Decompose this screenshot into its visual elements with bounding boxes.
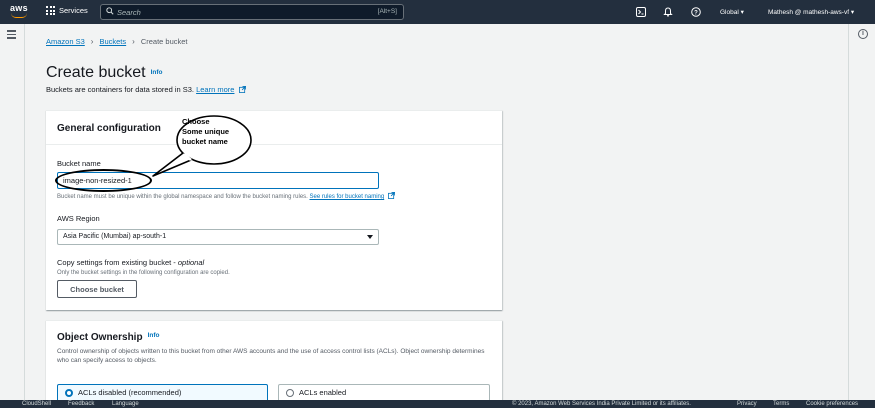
- region-selector[interactable]: Global ▾: [720, 8, 744, 16]
- acls-enabled-label: ACLs enabled: [299, 388, 347, 397]
- search-input[interactable]: [117, 6, 317, 18]
- footer: CloudShell Feedback Language © 2023, Ama…: [0, 400, 875, 408]
- ownership-info-link[interactable]: Info: [148, 332, 160, 339]
- annotation-line: bucket name: [182, 137, 228, 146]
- footer-cookies[interactable]: Cookie preferences: [806, 401, 858, 407]
- page-description-text: Buckets are containers for data stored i…: [46, 85, 194, 94]
- external-link-icon[interactable]: [387, 192, 395, 199]
- aws-region-value: Asia Pacific (Mumbai) ap-south-1: [63, 233, 167, 240]
- aws-region-label: AWS Region: [57, 214, 100, 223]
- brand-text: aws: [10, 3, 28, 13]
- object-ownership-description: Control ownership of objects written to …: [57, 348, 485, 364]
- right-divider: [848, 24, 849, 400]
- choose-bucket-button[interactable]: Choose bucket: [57, 280, 137, 298]
- aws-region-select[interactable]: Asia Pacific (Mumbai) ap-south-1: [57, 229, 379, 245]
- copy-settings-optional: optional: [177, 258, 205, 267]
- acls-disabled-label: ACLs disabled (recommended): [78, 388, 182, 397]
- breadcrumb-buckets[interactable]: Buckets: [99, 37, 126, 46]
- search-box[interactable]: [Alt+S]: [100, 4, 404, 20]
- services-label: Services: [59, 6, 88, 15]
- info-icon[interactable]: i: [858, 29, 868, 39]
- bucket-naming-rules-link[interactable]: See rules for bucket naming: [310, 194, 385, 200]
- page-description: Buckets are containers for data stored i…: [46, 85, 246, 94]
- grid-icon: [46, 6, 55, 15]
- radio-unselected-icon: [286, 389, 294, 397]
- page-title: Create bucket Info: [46, 64, 163, 82]
- radio-selected-icon: [65, 389, 73, 397]
- general-configuration-title: General configuration: [57, 123, 161, 134]
- annotation-line: Choose: [182, 117, 210, 126]
- footer-language[interactable]: Language: [112, 401, 139, 407]
- breadcrumb-current: Create bucket: [140, 37, 188, 46]
- search-shortcut: [Alt+S]: [377, 8, 397, 15]
- bell-icon[interactable]: [662, 6, 673, 17]
- breadcrumb: Amazon S3 › Buckets › Create bucket: [46, 37, 188, 46]
- object-ownership-panel: Object Ownership Info Control ownership o…: [46, 320, 502, 408]
- annotation-text: Choose Some unique bucket name: [182, 117, 252, 147]
- svg-text:?: ?: [694, 10, 698, 16]
- panel-divider: [46, 144, 502, 145]
- copy-settings-label-text: Copy settings from existing bucket -: [57, 258, 178, 267]
- account-menu[interactable]: Mathesh @ mathesh-aws-vf ▾: [768, 8, 854, 16]
- footer-terms[interactable]: Terms: [773, 401, 789, 407]
- annotation-line: Some unique: [182, 127, 230, 136]
- hamburger-icon[interactable]: [7, 30, 16, 39]
- external-link-icon[interactable]: [238, 86, 246, 93]
- chevron-right-icon: ›: [132, 37, 135, 46]
- footer-copyright: © 2023, Amazon Web Services India Privat…: [512, 401, 691, 407]
- footer-privacy[interactable]: Privacy: [737, 401, 757, 407]
- object-ownership-title: Object Ownership Info: [57, 332, 160, 343]
- bucket-name-label: Bucket name: [57, 159, 101, 168]
- caret-down-icon: [367, 235, 373, 239]
- aws-smile-icon: [11, 13, 27, 18]
- services-menu[interactable]: Services: [46, 6, 88, 15]
- footer-cloudshell[interactable]: CloudShell: [22, 401, 51, 407]
- copy-settings-hint: Only the bucket settings in the followin…: [57, 270, 230, 276]
- learn-more-link[interactable]: Learn more: [196, 85, 234, 94]
- object-ownership-title-text: Object Ownership: [57, 332, 143, 343]
- chevron-right-icon: ›: [90, 37, 94, 46]
- help-icon[interactable]: ?: [690, 6, 701, 17]
- page-info-link[interactable]: Info: [151, 69, 163, 76]
- annotation-highlight-oval: [55, 169, 152, 192]
- copy-settings-label: Copy settings from existing bucket - opt…: [57, 258, 204, 267]
- bucket-name-hint: Bucket name must be unique within the gl…: [57, 192, 395, 200]
- page-title-text: Create bucket: [46, 64, 146, 81]
- breadcrumb-amazon-s3[interactable]: Amazon S3: [46, 37, 85, 46]
- general-configuration-panel: General configuration Bucket name Bucket…: [46, 110, 502, 310]
- bucket-name-hint-text: Bucket name must be unique within the gl…: [57, 194, 308, 200]
- search-icon: [106, 7, 114, 15]
- footer-feedback[interactable]: Feedback: [68, 401, 94, 407]
- left-divider: [24, 24, 25, 400]
- top-navigation: aws Services [Alt+S] ? Global ▾ Mathesh …: [0, 0, 875, 24]
- cloudshell-icon[interactable]: [635, 6, 646, 17]
- aws-logo[interactable]: aws: [9, 3, 31, 21]
